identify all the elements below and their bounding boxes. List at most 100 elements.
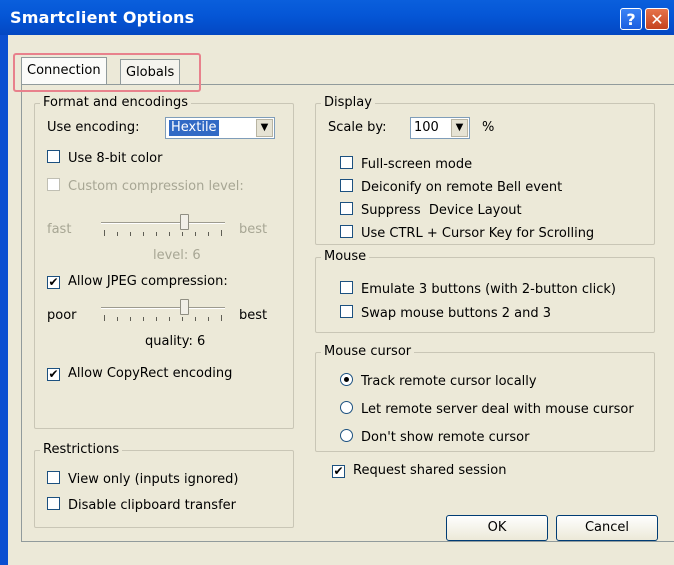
allow-copyrect-checkbox[interactable]: ✔ [47, 368, 60, 381]
suppress-row[interactable]: Suppress Device Layout [340, 202, 522, 219]
compression-tick [182, 232, 183, 236]
use-8bit-checkbox[interactable] [47, 150, 60, 163]
emulate-row[interactable]: Emulate 3 buttons (with 2-button click) [340, 281, 616, 298]
display-legend: Display [321, 95, 375, 111]
quality-slider[interactable] [101, 299, 225, 325]
deiconify-row[interactable]: Deiconify on remote Bell event [340, 179, 562, 196]
allow-copyrect-row[interactable]: ✔ Allow CopyRect encoding [47, 366, 232, 382]
encoding-select[interactable]: Hextile ▼ [165, 117, 275, 139]
format-legend: Format and encodings [40, 95, 191, 111]
compression-tick [130, 232, 131, 236]
quality-tick [143, 317, 144, 321]
scale-value: 100 [414, 120, 439, 135]
swap-checkbox[interactable] [340, 305, 353, 318]
swap-row[interactable]: Swap mouse buttons 2 and 3 [340, 305, 551, 322]
emulate-label: Emulate 3 buttons (with 2-button click) [361, 282, 616, 297]
disable-clipboard-checkbox[interactable] [47, 497, 60, 510]
shared-session-row[interactable]: ✔ Request shared session [332, 463, 506, 479]
allow-jpeg-row[interactable]: ✔ Allow JPEG compression: [47, 274, 228, 290]
window-frame [0, 35, 8, 565]
ctrl-cursor-label: Use CTRL + Cursor Key for Scrolling [361, 226, 595, 241]
tab-highlight-box [13, 53, 201, 92]
dialog-client: Connection Globals Format and encodings … [8, 35, 674, 565]
track-cursor-row[interactable]: Track remote cursor locally [340, 373, 537, 390]
restrictions-legend: Restrictions [40, 442, 123, 458]
emulate-checkbox[interactable] [340, 281, 353, 294]
quality-tick [221, 315, 222, 321]
compression-slider-track [101, 222, 225, 224]
view-only-checkbox[interactable] [47, 471, 60, 484]
dont-show-row[interactable]: Don't show remote cursor [340, 429, 529, 446]
compression-tick [195, 232, 196, 236]
track-cursor-label: Track remote cursor locally [361, 374, 537, 389]
mouse-cursor-legend: Mouse cursor [321, 344, 415, 360]
dont-show-label: Don't show remote cursor [361, 430, 530, 445]
quality-tick [104, 315, 105, 321]
let-remote-row[interactable]: Let remote server deal with mouse cursor [340, 401, 634, 418]
best-label: best [239, 222, 268, 237]
allow-jpeg-label: Allow JPEG compression: [68, 274, 228, 289]
encoding-value: Hextile [169, 120, 219, 136]
compression-slider [101, 214, 225, 240]
quality-tick [169, 317, 170, 321]
custom-compression-checkbox [47, 178, 60, 191]
ok-button[interactable]: OK [446, 515, 548, 541]
window-title: Smartclient Options [10, 8, 195, 27]
quality-tick [130, 317, 131, 321]
view-only-label: View only (inputs ignored) [68, 472, 239, 487]
mouse-group: Mouse Emulate 3 buttons (with 2-button c… [315, 249, 655, 333]
cancel-button[interactable]: Cancel [556, 515, 658, 541]
chevron-down-icon[interactable]: ▼ [451, 119, 468, 137]
chevron-down-icon[interactable]: ▼ [256, 119, 273, 137]
mouse-legend: Mouse [321, 249, 370, 265]
dont-show-radio[interactable] [340, 429, 353, 442]
fullscreen-checkbox[interactable] [340, 156, 353, 169]
level-text: level: 6 [153, 248, 201, 263]
quality-tick [156, 317, 157, 321]
compression-tick [143, 232, 144, 236]
custom-compression-row: Custom compression level: [47, 178, 244, 195]
ctrl-cursor-checkbox[interactable] [340, 225, 353, 238]
compression-tick [221, 230, 222, 236]
compression-tick [169, 232, 170, 236]
deiconify-checkbox[interactable] [340, 179, 353, 192]
suppress-checkbox[interactable] [340, 202, 353, 215]
view-only-row[interactable]: View only (inputs ignored) [47, 471, 238, 488]
fullscreen-row[interactable]: Full-screen mode [340, 156, 472, 173]
track-cursor-radio[interactable] [340, 373, 353, 386]
title-bar: Smartclient Options ? ✕ [0, 0, 674, 35]
disable-clipboard-row[interactable]: Disable clipboard transfer [47, 497, 236, 514]
fullscreen-label: Full-screen mode [361, 157, 473, 172]
use-8bit-row[interactable]: Use 8-bit color [47, 150, 163, 167]
poor-label: poor [47, 308, 77, 323]
quality-tick [182, 317, 183, 321]
options-dialog: Smartclient Options ? ✕ Connection Globa… [0, 0, 674, 565]
mouse-cursor-group: Mouse cursor Track remote cursor locally… [315, 344, 655, 452]
scale-select[interactable]: 100 ▼ [410, 117, 470, 139]
help-button[interactable]: ? [620, 8, 642, 30]
scale-label: Scale by: [328, 120, 387, 135]
allow-jpeg-checkbox[interactable]: ✔ [47, 276, 60, 289]
let-remote-radio[interactable] [340, 401, 353, 414]
display-group: Display Scale by: 100 ▼ % Full-screen mo… [315, 95, 655, 245]
connection-panel: Format and encodings Use encoding: Hexti… [21, 84, 674, 542]
quality-tick [117, 317, 118, 321]
compression-tick [208, 232, 209, 236]
swap-label: Swap mouse buttons 2 and 3 [361, 306, 552, 321]
compression-slider-thumb [180, 214, 189, 230]
custom-compression-label: Custom compression level: [68, 179, 244, 194]
quality-slider-thumb[interactable] [180, 299, 189, 315]
deiconify-label: Deiconify on remote Bell event [361, 180, 563, 195]
fast-label: fast [47, 222, 72, 237]
quality-tick [208, 317, 209, 321]
close-button[interactable]: ✕ [645, 8, 669, 30]
ctrl-cursor-row[interactable]: Use CTRL + Cursor Key for Scrolling [340, 225, 594, 242]
quality-slider-track [101, 307, 225, 309]
shared-session-checkbox[interactable]: ✔ [332, 465, 345, 478]
restrictions-group: Restrictions View only (inputs ignored) … [34, 442, 294, 528]
format-group: Format and encodings Use encoding: Hexti… [34, 95, 294, 429]
allow-copyrect-label: Allow CopyRect encoding [68, 366, 233, 381]
let-remote-label: Let remote server deal with mouse cursor [361, 402, 634, 417]
encoding-label: Use encoding: [47, 120, 140, 135]
compression-tick [104, 230, 105, 236]
